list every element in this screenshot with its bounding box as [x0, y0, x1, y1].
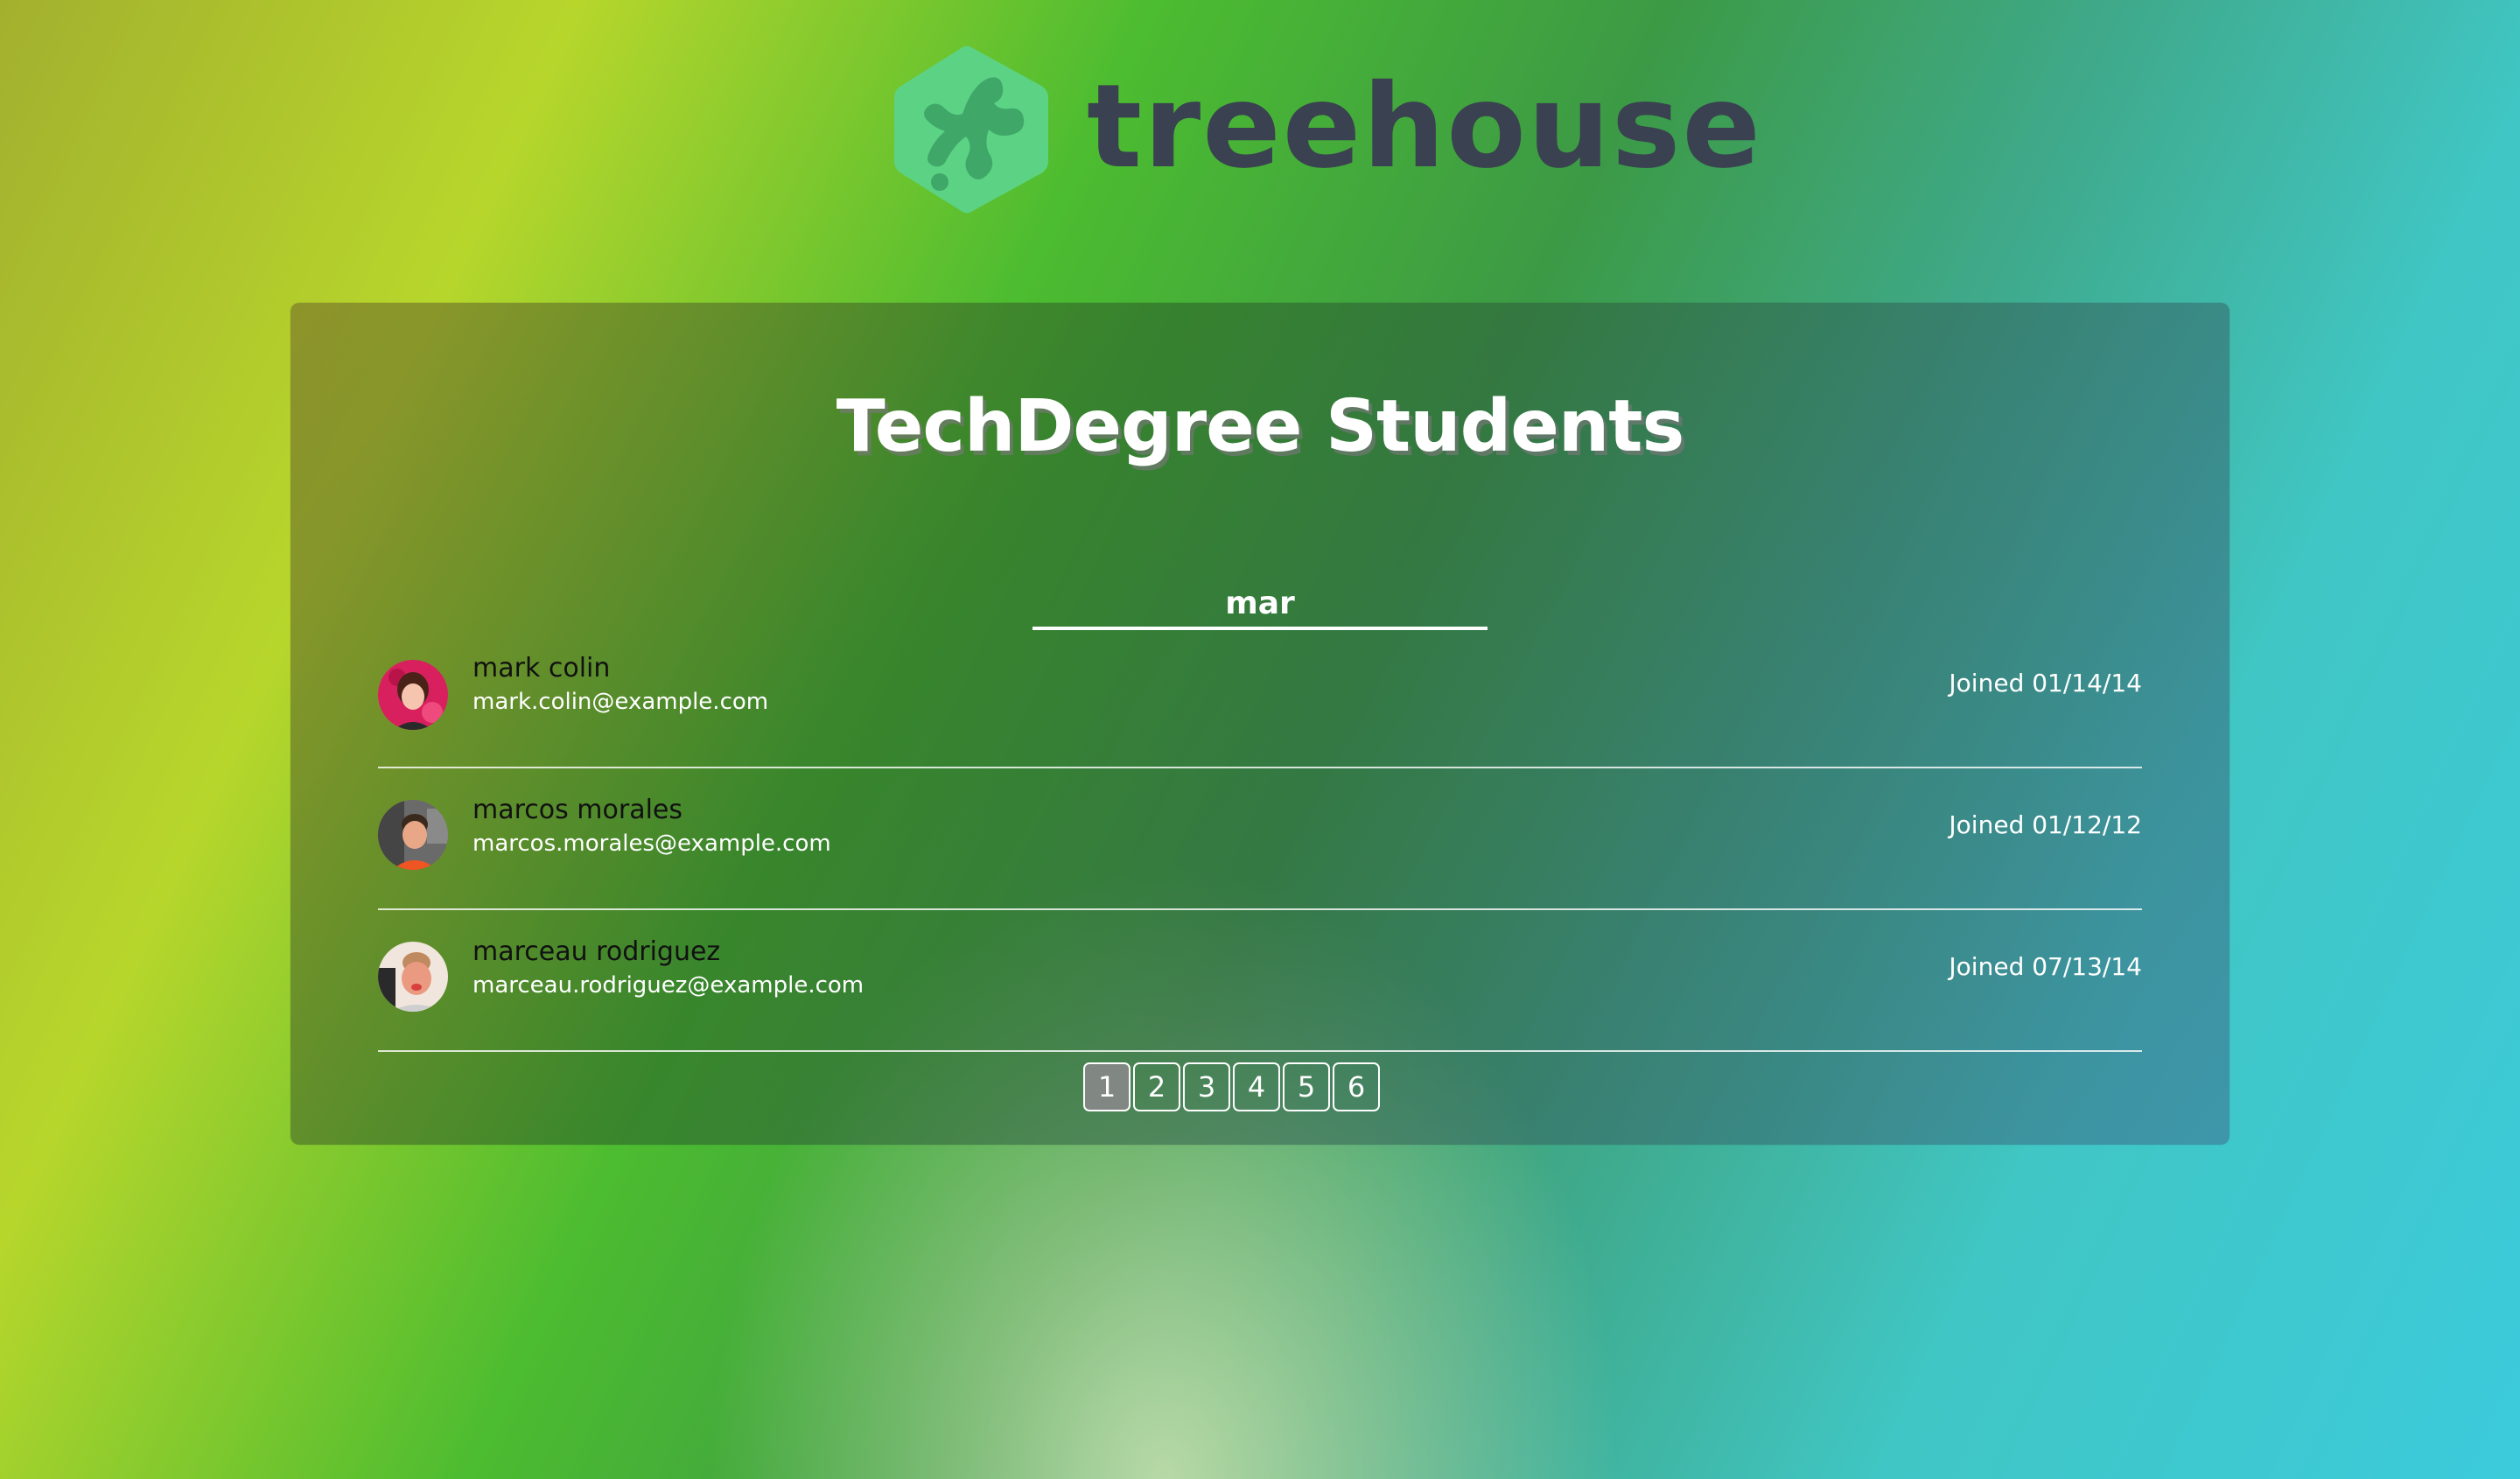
student-name: mark colin [472, 653, 611, 683]
student-list: mark colin mark.colin@example.com Joined… [378, 628, 2142, 1052]
page-button-2[interactable]: 2 [1133, 1062, 1180, 1111]
page-button-6[interactable]: 6 [1333, 1062, 1380, 1111]
student-avatar [378, 800, 448, 870]
search-input[interactable] [1032, 579, 1488, 630]
student-email: marceau.rodriguez@example.com [472, 972, 864, 999]
brand-wordmark: treehouse [1087, 60, 1762, 194]
page-button-5[interactable]: 5 [1283, 1062, 1330, 1111]
student-name: marceau rodriguez [472, 936, 721, 967]
students-panel: TechDegree Students mark colin mark.coli… [290, 303, 2230, 1145]
student-email: mark.colin@example.com [472, 689, 769, 715]
page-title: TechDegree Students [836, 385, 1685, 468]
page-button-1[interactable]: 1 [1083, 1062, 1130, 1111]
student-joined-date: Joined 01/12/12 [1949, 810, 2142, 839]
student-item: marceau rodriguez marceau.rodriguez@exam… [378, 912, 2142, 1052]
student-item: marcos morales marcos.morales@example.co… [378, 770, 2142, 910]
treehouse-logo-icon [894, 46, 1048, 214]
pagination: 1 2 3 4 5 6 [1083, 1062, 1380, 1111]
student-joined-date: Joined 01/14/14 [1949, 669, 2142, 697]
student-name: marcos morales [472, 795, 683, 825]
page-button-4[interactable]: 4 [1233, 1062, 1280, 1111]
page-button-3[interactable]: 3 [1183, 1062, 1230, 1111]
student-avatar [378, 660, 448, 730]
student-avatar [378, 942, 448, 1012]
treehouse-logo[interactable]: treehouse [892, 42, 1762, 217]
student-joined-date: Joined 07/13/14 [1949, 952, 2142, 981]
student-item: mark colin mark.colin@example.com Joined… [378, 628, 2142, 768]
student-email: marcos.morales@example.com [472, 831, 831, 857]
